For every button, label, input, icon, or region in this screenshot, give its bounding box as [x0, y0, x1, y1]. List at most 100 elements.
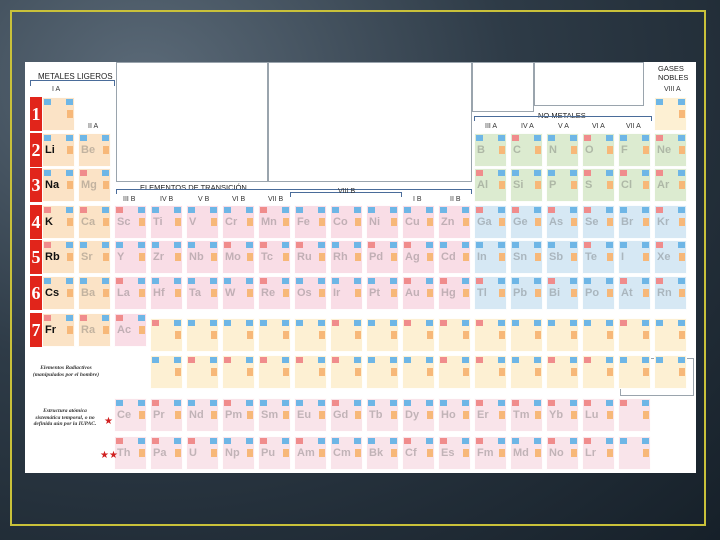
marker-icon [656, 357, 663, 363]
group-label-viia: VII A [626, 123, 641, 130]
element-cell: C [510, 133, 543, 167]
element-cell: Mg [78, 168, 111, 202]
element-symbol: N [549, 144, 557, 156]
marker-icon [139, 218, 145, 226]
marker-icon [643, 218, 649, 226]
marker-icon [548, 278, 555, 284]
marker-icon [679, 181, 685, 189]
marker-icon [138, 242, 145, 248]
element-symbol: Se [585, 216, 598, 228]
element-symbol: Fe [297, 216, 310, 228]
marker-icon [462, 400, 469, 406]
marker-icon [607, 331, 613, 339]
element-cell: Cu [402, 205, 435, 239]
element-symbol: Ca [81, 216, 95, 228]
marker-icon [211, 253, 217, 261]
period-number-2: 2 [30, 133, 42, 167]
marker-icon [498, 278, 505, 284]
marker-icon [391, 449, 397, 457]
element-symbol: Fr [45, 324, 56, 336]
element-symbol: Ga [477, 216, 492, 228]
group-label-vib: VI B [232, 196, 245, 203]
marker-icon [404, 400, 411, 406]
marker-icon [656, 207, 663, 213]
element-cell: Cm [330, 436, 363, 470]
period-number-4: 4 [30, 205, 42, 239]
marker-icon [390, 320, 397, 326]
element-cell [258, 355, 291, 389]
marker-icon [498, 207, 505, 213]
marker-icon [607, 253, 613, 261]
marker-icon [606, 278, 613, 284]
marker-icon [354, 320, 361, 326]
element-cell: Sm [258, 398, 291, 432]
marker-icon [499, 289, 505, 297]
element-cell: Os [294, 276, 327, 310]
element-cell [150, 355, 183, 389]
marker-icon [80, 278, 87, 284]
marker-icon [462, 438, 469, 444]
marker-icon [319, 218, 325, 226]
radioactive-note: Elementos Radiactivos (manipulados por e… [30, 365, 102, 378]
element-symbol: Au [405, 287, 420, 299]
marker-icon [570, 207, 577, 213]
element-symbol: Sn [513, 251, 527, 263]
element-cell [546, 318, 579, 352]
element-cell: La [114, 276, 147, 310]
element-symbol: Mo [225, 251, 241, 263]
marker-icon [404, 207, 411, 213]
marker-icon [247, 253, 253, 261]
element-symbol: Eu [297, 409, 311, 421]
element-cell: Tm [510, 398, 543, 432]
element-cell: Lr [582, 436, 615, 470]
marker-icon [67, 289, 73, 297]
marker-icon [476, 170, 483, 176]
element-symbol: Kr [657, 216, 669, 228]
element-symbol: Cs [45, 287, 59, 299]
marker-icon [584, 400, 591, 406]
element-symbol: Ne [657, 144, 671, 156]
marker-icon [174, 207, 181, 213]
element-cell [618, 436, 651, 470]
marker-icon [571, 449, 577, 457]
marker-icon [282, 357, 289, 363]
element-symbol: U [189, 447, 197, 459]
element-symbol: Np [225, 447, 240, 459]
element-cell: V [186, 205, 219, 239]
marker-icon [643, 146, 649, 154]
nonmetals-bracket [474, 116, 652, 121]
marker-icon [318, 207, 325, 213]
marker-icon [138, 315, 145, 321]
marker-icon [427, 289, 433, 297]
marker-icon [138, 438, 145, 444]
marker-icon [440, 320, 447, 326]
blank-area-2 [268, 62, 472, 182]
marker-icon [355, 449, 361, 457]
marker-icon [678, 320, 685, 326]
marker-icon [476, 135, 483, 141]
element-cell: Ti [150, 205, 183, 239]
element-cell: Mn [258, 205, 291, 239]
marker-icon [499, 181, 505, 189]
element-cell: Ga [474, 205, 507, 239]
element-symbol: Si [513, 179, 523, 191]
marker-icon [319, 289, 325, 297]
marker-icon [139, 411, 145, 419]
marker-icon [534, 320, 541, 326]
element-symbol: Hg [441, 287, 456, 299]
marker-icon [332, 357, 339, 363]
element-cell: Zr [150, 240, 183, 274]
group-label-via: VI A [592, 123, 605, 130]
marker-icon [440, 207, 447, 213]
marker-icon [642, 278, 649, 284]
marker-icon [390, 278, 397, 284]
marker-icon [332, 207, 339, 213]
group-label-ivb: IV B [160, 196, 173, 203]
group-label-viiib: VIII B [338, 188, 355, 195]
element-symbol: Fm [477, 447, 494, 459]
marker-icon [66, 315, 73, 321]
element-symbol: Be [81, 144, 95, 156]
element-symbol: Am [297, 447, 315, 459]
marker-icon [66, 135, 73, 141]
marker-icon [427, 331, 433, 339]
